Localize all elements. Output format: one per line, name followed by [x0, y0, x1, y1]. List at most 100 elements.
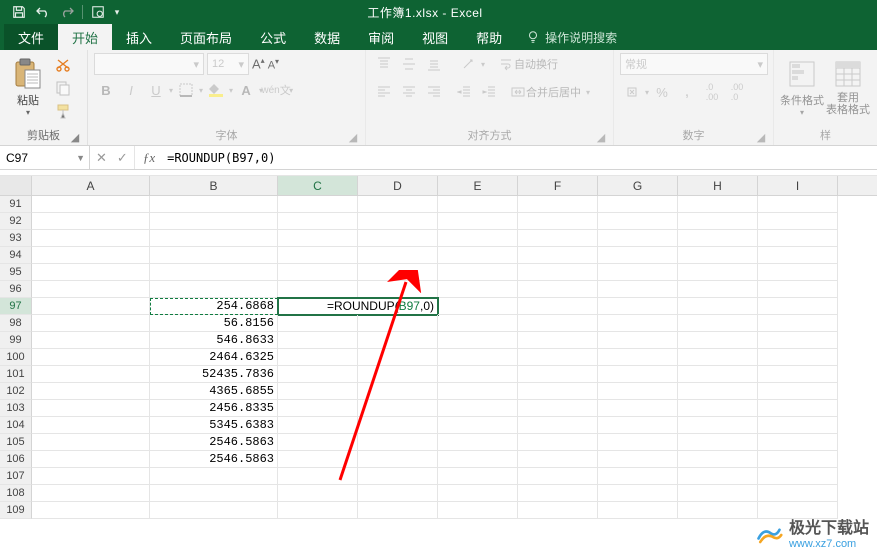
cell[interactable]	[758, 213, 838, 230]
merge-center-button[interactable]	[511, 81, 525, 103]
cell[interactable]	[278, 417, 358, 434]
column-header[interactable]: B	[150, 176, 278, 195]
cell[interactable]	[358, 417, 438, 434]
undo-icon[interactable]	[32, 2, 54, 22]
cell[interactable]	[32, 332, 150, 349]
number-format-combo[interactable]: 常规▾	[620, 53, 768, 75]
align-right-icon[interactable]	[422, 81, 446, 103]
cell[interactable]	[358, 247, 438, 264]
format-as-table-button[interactable]: 套用 表格格式	[826, 53, 870, 121]
cell[interactable]	[678, 451, 758, 468]
increase-decimal-icon[interactable]: .0.00	[700, 81, 724, 103]
cell[interactable]	[438, 332, 518, 349]
cell[interactable]	[678, 468, 758, 485]
percent-icon[interactable]: %	[650, 81, 674, 103]
cell[interactable]	[150, 281, 278, 298]
cell[interactable]: 4365.6855	[150, 383, 278, 400]
cell[interactable]	[278, 315, 358, 332]
cell[interactable]: 2546.5863	[150, 434, 278, 451]
cell[interactable]	[678, 230, 758, 247]
row-header[interactable]: 100	[0, 349, 32, 366]
cell[interactable]	[438, 230, 518, 247]
cell[interactable]	[758, 468, 838, 485]
bold-button[interactable]: B	[94, 79, 118, 101]
fx-icon[interactable]: ƒx	[135, 146, 163, 169]
select-all-corner[interactable]	[0, 176, 32, 195]
cell[interactable]	[438, 434, 518, 451]
row-header[interactable]: 109	[0, 502, 32, 519]
cell[interactable]	[438, 298, 518, 315]
cell[interactable]	[678, 264, 758, 281]
cell[interactable]	[150, 468, 278, 485]
font-size-combo[interactable]: 12▾	[207, 53, 249, 75]
cell[interactable]	[518, 247, 598, 264]
accounting-format-icon[interactable]	[620, 81, 644, 103]
cell[interactable]	[678, 298, 758, 315]
cell[interactable]	[438, 400, 518, 417]
cell[interactable]	[518, 196, 598, 213]
cell[interactable]	[358, 315, 438, 332]
cell[interactable]: 5345.6383	[150, 417, 278, 434]
cell[interactable]	[518, 264, 598, 281]
font-name-combo[interactable]: ▾	[94, 53, 204, 75]
cell[interactable]	[598, 247, 678, 264]
cell[interactable]	[518, 451, 598, 468]
cell[interactable]	[518, 434, 598, 451]
cell[interactable]	[598, 366, 678, 383]
cell[interactable]	[758, 434, 838, 451]
cell[interactable]: 2464.6325	[150, 349, 278, 366]
cell[interactable]	[32, 213, 150, 230]
cell[interactable]	[758, 315, 838, 332]
decrease-font-icon[interactable]: A▾	[268, 57, 279, 72]
tab-file[interactable]: 文件	[4, 24, 58, 50]
cell[interactable]	[278, 400, 358, 417]
cell[interactable]	[32, 485, 150, 502]
cell[interactable]	[518, 332, 598, 349]
row-header[interactable]: 92	[0, 213, 32, 230]
column-header[interactable]: C	[278, 176, 358, 195]
row-header[interactable]: 108	[0, 485, 32, 502]
tab-help[interactable]: 帮助	[462, 24, 516, 50]
cell[interactable]	[678, 349, 758, 366]
tell-me-search[interactable]: 操作说明搜索	[526, 24, 617, 50]
cell[interactable]	[438, 281, 518, 298]
cell[interactable]	[598, 281, 678, 298]
cell[interactable]	[358, 451, 438, 468]
cell[interactable]	[758, 485, 838, 502]
cell[interactable]	[438, 247, 518, 264]
cell[interactable]	[32, 315, 150, 332]
cell[interactable]	[278, 468, 358, 485]
cell[interactable]	[758, 230, 838, 247]
row-header[interactable]: 99	[0, 332, 32, 349]
cell[interactable]	[358, 502, 438, 519]
align-center-icon[interactable]	[397, 81, 421, 103]
cell[interactable]: 546.8633	[150, 332, 278, 349]
cancel-formula-icon[interactable]: ✕	[96, 150, 107, 166]
spreadsheet-grid[interactable]: ABCDEFGHI 91929394959697254.6868=ROUNDUP…	[0, 176, 877, 519]
cell[interactable]	[678, 196, 758, 213]
conditional-format-button[interactable]: 条件格式 ▾	[780, 53, 824, 121]
cell[interactable]	[438, 366, 518, 383]
cell[interactable]	[32, 417, 150, 434]
cell[interactable]	[438, 264, 518, 281]
cell[interactable]	[678, 383, 758, 400]
cell[interactable]	[438, 315, 518, 332]
border-button[interactable]	[174, 79, 198, 101]
cell[interactable]	[278, 451, 358, 468]
cell[interactable]	[678, 281, 758, 298]
cell[interactable]	[758, 349, 838, 366]
redo-icon[interactable]	[56, 2, 78, 22]
decrease-indent-icon[interactable]	[452, 81, 476, 103]
cell[interactable]	[278, 366, 358, 383]
cell[interactable]: 52435.7836	[150, 366, 278, 383]
cell[interactable]	[278, 230, 358, 247]
cell[interactable]	[32, 298, 150, 315]
cell[interactable]	[598, 451, 678, 468]
cell[interactable]	[678, 247, 758, 264]
cell[interactable]	[678, 417, 758, 434]
cell[interactable]	[598, 298, 678, 315]
cell[interactable]	[32, 434, 150, 451]
cell[interactable]	[150, 196, 278, 213]
tab-page-layout[interactable]: 页面布局	[166, 24, 246, 50]
column-header[interactable]: A	[32, 176, 150, 195]
